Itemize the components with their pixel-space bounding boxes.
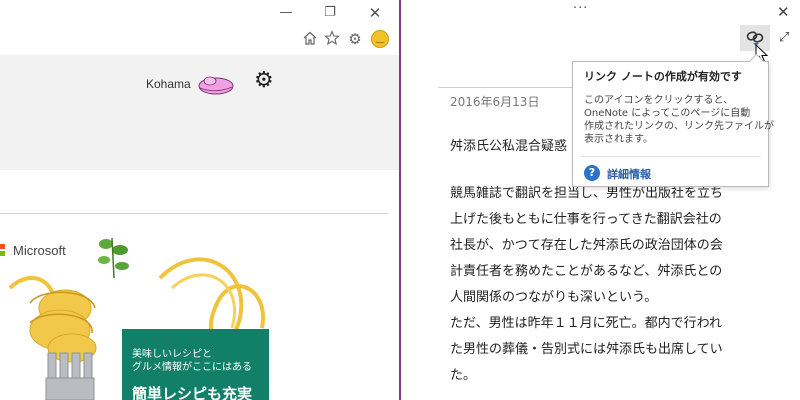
tooltip-description: このアイコンをクリックすると、 OneNote によってこのページに自動 作成さ… <box>584 94 774 146</box>
panel-menu-dots[interactable]: ··· <box>573 1 588 16</box>
note-date: 2016年6月13日 <box>450 95 540 109</box>
herb-leaf-image <box>98 237 129 278</box>
minimize-button[interactable]: — <box>275 4 297 22</box>
browser-close-button[interactable]: ✕ <box>364 4 386 22</box>
note-body-line: 上げた後もともに仕事を行ってきた翻訳会社の <box>450 212 722 227</box>
browser-titlebar: — ❐ ✕ <box>0 0 399 26</box>
note-body-line: た。 <box>450 368 477 383</box>
favorites-star-icon[interactable] <box>323 30 341 48</box>
content-divider <box>0 213 388 214</box>
help-question-icon[interactable]: ? <box>584 165 600 181</box>
ad-line-2: グルメ情報がここにはある <box>132 362 252 373</box>
note-body-line: た男性の葬儀・告別式には舛添氏も出席してい <box>450 342 723 357</box>
note-body-line: 人間関係のつながりも深いという。 <box>450 290 658 305</box>
linked-notes-tooltip: リンク ノートの作成が有効です このアイコンをクリックすると、 OneNote … <box>572 53 774 187</box>
panel-close-button[interactable]: ✕ <box>777 3 790 21</box>
note-body-line: 社長が、かつて存在した舛添氏の政治団体の会 <box>450 238 723 253</box>
tooltip-desc-line: 作成されたリンクの、リンク先ファイルが <box>584 121 774 132</box>
note-body-line: ただ、男性は昨年１１月に死亡。都内で行われ <box>450 316 722 331</box>
note-title[interactable]: 舛添氏公私混合疑惑 <box>450 135 567 154</box>
tooltip-separator <box>581 156 761 157</box>
browser-window: — ❐ ✕ ⚙ ‿ Kohama ⚙ Microsoft 美味しいレシピと グル… <box>0 0 399 400</box>
note-body-line: 計責任者を務めたことがあるなど、舛添氏との <box>450 264 723 279</box>
smiley-feedback-icon[interactable]: ‿ <box>371 30 389 48</box>
username-label: Kohama <box>146 77 191 91</box>
tooltip-title: リンク ノートの作成が有効です <box>584 70 742 83</box>
advertisement-banner[interactable]: Microsoft 美味しいレシピと グルメ情報がここにはある 簡単レシピも充実 <box>0 234 276 400</box>
site-header: Kohama ⚙ <box>0 55 399 170</box>
microsoft-brand-text: Microsoft <box>13 243 66 258</box>
note-body[interactable]: 競馬雑誌で翻訳を担当し、男性が出版社を立ち 上げた後もともに仕事を行ってきた翻訳… <box>450 181 762 389</box>
gear-icon[interactable]: ⚙ <box>346 30 364 48</box>
home-icon[interactable] <box>301 30 319 48</box>
settings-gear-icon[interactable]: ⚙ <box>254 68 274 94</box>
restore-button[interactable]: ❐ <box>319 4 341 22</box>
ad-text-card[interactable]: 美味しいレシピと グルメ情報がここにはある 簡単レシピも充実 <box>122 329 269 400</box>
ad-headline: 簡単レシピも充実 <box>132 385 253 400</box>
tooltip-desc-line: OneNote によってこのページに自動 <box>584 108 751 119</box>
tooltip-desc-line: このアイコンをクリックすると、 <box>584 95 734 106</box>
avatar[interactable] <box>196 72 236 98</box>
expand-icon[interactable]: ⤢ <box>779 30 789 45</box>
more-info-link[interactable]: 詳細情報 <box>607 166 651 182</box>
tooltip-desc-line: 表示されます。 <box>584 134 653 145</box>
microsoft-logo-icon <box>0 244 8 257</box>
onenote-docked-panel: ··· ✕ ⤢ 2016年6月13日 舛添氏公私混合疑惑 競馬雑誌で翻訳を担当し… <box>399 0 800 400</box>
